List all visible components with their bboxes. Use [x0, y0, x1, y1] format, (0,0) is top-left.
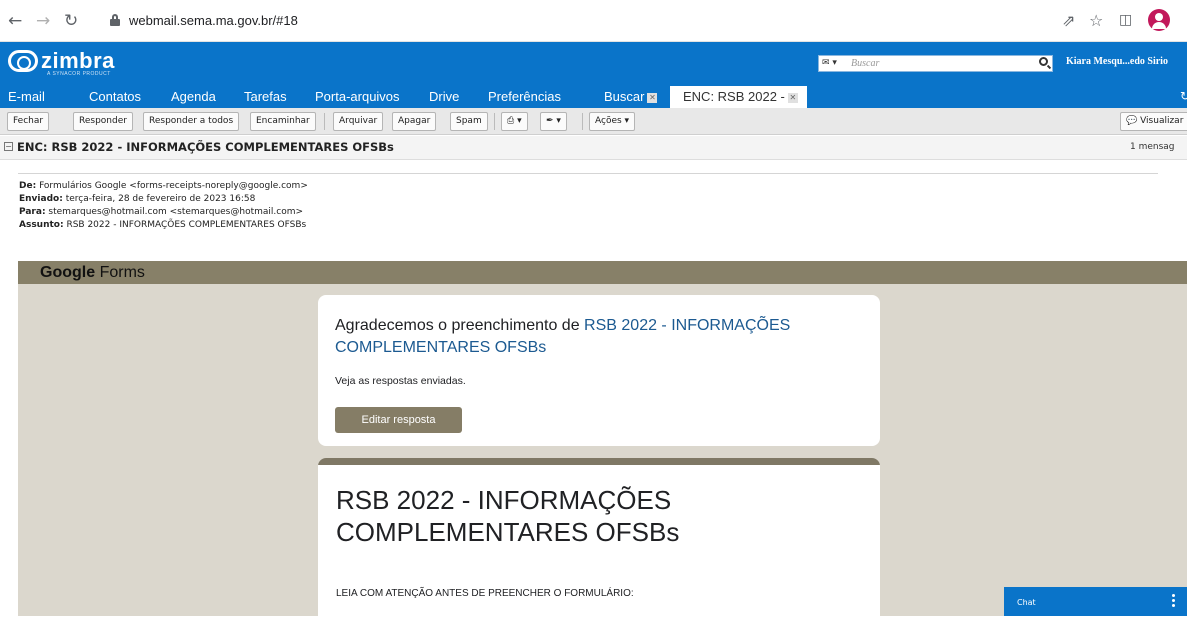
form-card-accent [318, 458, 880, 465]
tab-search-label: Buscar [604, 89, 645, 104]
forms-logo-text: Forms [99, 264, 145, 281]
delete-button[interactable]: Apagar [392, 112, 437, 131]
side-panel-icon[interactable]: ◫ [1119, 12, 1132, 28]
chat-panel[interactable]: Chat [1004, 587, 1187, 616]
form-card: RSB 2022 - INFORMAÇÕES COMPLEMENTARES OF… [318, 458, 880, 618]
actions-label: Ações [595, 116, 622, 126]
tab-preferences[interactable]: Preferências [488, 89, 561, 104]
thanks-message: Agradecemos o preenchimento de RSB 2022 … [335, 315, 865, 359]
browser-chrome: ← → ↻ webmail.sema.ma.gov.br/#18 ⇗ ☆ ◫ [0, 0, 1187, 42]
profile-avatar-icon[interactable] [1148, 9, 1170, 31]
header-subject: Assunto: RSB 2022 - INFORMAÇÕES COMPLEME… [19, 220, 306, 230]
to-label: Para: [19, 207, 46, 217]
tab-message-label: ENC: RSB 2022 - [683, 89, 785, 104]
sent-value: terça-feira, 28 de fevereiro de 2023 16:… [65, 194, 256, 204]
search-placeholder: Buscar [851, 58, 880, 69]
search-icon[interactable] [1039, 57, 1048, 66]
form-instructions: LEIA COM ATENÇÃO ANTES DE PREENCHER O FO… [336, 588, 634, 599]
url-text: webmail.sema.ma.gov.br/#18 [129, 13, 298, 28]
tab-search[interactable]: Buscar ✕ [604, 89, 658, 104]
thanks-text: Agradecemos o preenchimento de [335, 317, 580, 334]
subject-label: Assunto: [19, 220, 64, 230]
collapse-icon[interactable]: − [4, 142, 13, 151]
google-logo-text: Google [40, 264, 96, 281]
conversation-header: − ENC: RSB 2022 - INFORMAÇÕES COMPLEMENT… [0, 136, 1187, 160]
google-forms-logo: Google Forms [40, 264, 145, 282]
toolbar-divider [582, 113, 583, 130]
tab-tasks[interactable]: Tarefas [244, 89, 287, 104]
header-from: De: Formulários Google <forms-receipts-n… [19, 181, 308, 191]
close-icon[interactable]: ✕ [647, 93, 658, 103]
view-button[interactable]: 💬 Visualizar [1120, 112, 1187, 131]
reload-icon[interactable]: ↻ [64, 12, 78, 30]
forward-icon[interactable]: → [36, 12, 50, 30]
search-input[interactable]: ✉ ▾ Buscar [818, 55, 1053, 72]
tab-email[interactable]: E-mail [8, 89, 45, 104]
header-sent: Enviado: terça-feira, 28 de fevereiro de… [19, 194, 255, 204]
toolbar-divider [494, 113, 495, 130]
spam-button[interactable]: Spam [450, 112, 488, 131]
from-value: Formulários Google <forms-receipts-norep… [39, 181, 308, 191]
chat-label: Chat [1017, 598, 1036, 607]
print-button[interactable]: ⎙ ▾ [501, 112, 528, 131]
view-label: Visualizar [1140, 116, 1184, 126]
close-button[interactable]: Fechar [7, 112, 50, 131]
from-label: De: [19, 181, 37, 191]
share-icon[interactable]: ⇗ [1062, 11, 1075, 30]
zimbra-header: zimbra A SYNACOR PRODUCT ✉ ▾ Buscar Kiar… [0, 42, 1187, 86]
app-tabs: E-mail Contatos Agenda Tarefas Porta-arq… [0, 86, 1187, 108]
tag-button[interactable]: ✒ ▾ [540, 112, 567, 131]
to-value: stemarques@hotmail.com <stemarques@hotma… [48, 207, 304, 217]
more-options-icon[interactable] [1172, 594, 1175, 608]
toolbar-divider [324, 113, 325, 130]
subject-value: RSB 2022 - INFORMAÇÕES COMPLEMENTARES OF… [66, 220, 307, 230]
reply-all-button[interactable]: Responder a todos [143, 112, 240, 131]
reply-button[interactable]: Responder [73, 112, 133, 131]
back-icon[interactable]: ← [8, 12, 22, 30]
tab-message[interactable]: ENC: RSB 2022 - ✕ [670, 86, 807, 108]
conversation-subject: ENC: RSB 2022 - INFORMAÇÕES COMPLEMENTAR… [17, 140, 394, 154]
google-forms-banner: Google Forms [18, 261, 1187, 284]
bookmark-star-icon[interactable]: ☆ [1089, 11, 1103, 30]
zimbra-logo-subtitle: A SYNACOR PRODUCT [47, 71, 111, 77]
tab-calendar[interactable]: Agenda [171, 89, 216, 104]
refresh-icon[interactable]: ↻ [1180, 89, 1187, 103]
lock-icon[interactable] [110, 14, 120, 26]
confirmation-card: Agradecemos o preenchimento de RSB 2022 … [318, 295, 880, 446]
tab-drive[interactable]: Drive [429, 89, 459, 104]
sent-label: Enviado: [19, 194, 63, 204]
header-to: Para: stemarques@hotmail.com <stemarques… [19, 207, 303, 217]
view-icon: 💬 [1126, 116, 1138, 126]
tag-icon: ✒ [546, 116, 554, 126]
message-toolbar: Fechar Responder Responder a todos Encam… [0, 108, 1187, 135]
actions-menu-button[interactable]: Ações ▾ [589, 112, 636, 131]
close-icon[interactable]: ✕ [787, 93, 798, 103]
message-count: 1 mensag [1130, 142, 1175, 152]
tab-briefcase[interactable]: Porta-arquivos [315, 89, 400, 104]
zimbra-logo-icon [8, 50, 38, 72]
mail-scope-dropdown[interactable]: ✉ ▾ [822, 58, 837, 68]
tab-contacts[interactable]: Contatos [89, 89, 141, 104]
divider [18, 173, 1158, 174]
print-icon: ⎙ [507, 116, 515, 126]
address-bar[interactable]: webmail.sema.ma.gov.br/#18 [100, 7, 1140, 35]
user-name[interactable]: Kiara Mesqu...edo Sirio [1066, 56, 1168, 67]
form-title: RSB 2022 - INFORMAÇÕES COMPLEMENTARES OF… [336, 485, 680, 547]
forward-button[interactable]: Encaminhar [250, 112, 316, 131]
view-responses-text: Veja as respostas enviadas. [335, 375, 466, 387]
archive-button[interactable]: Arquivar [333, 112, 384, 131]
edit-response-button[interactable]: Editar resposta [335, 407, 462, 433]
